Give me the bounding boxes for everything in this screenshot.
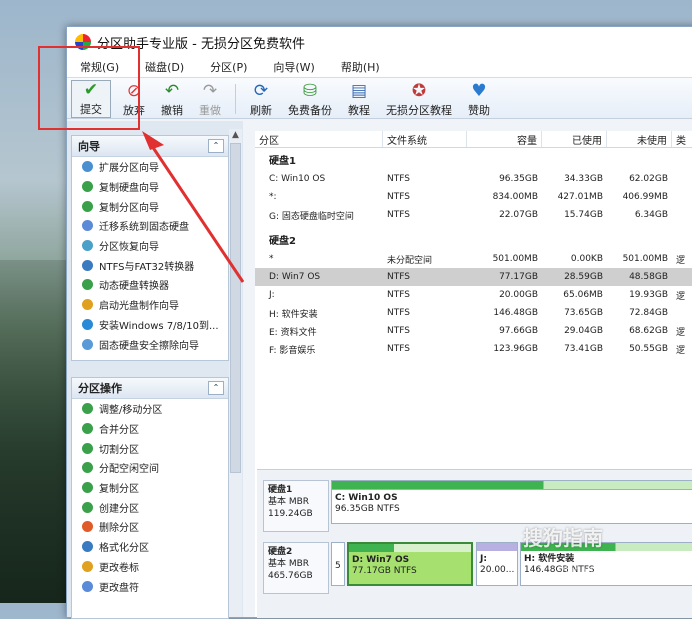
- arrow-line: [148, 142, 245, 283]
- watermark-sub: zhinan.sogou.com: [560, 565, 652, 576]
- annotation-arrow: [142, 131, 245, 283]
- watermark: 搜狗指南: [523, 526, 603, 550]
- arrow-head: [142, 131, 164, 150]
